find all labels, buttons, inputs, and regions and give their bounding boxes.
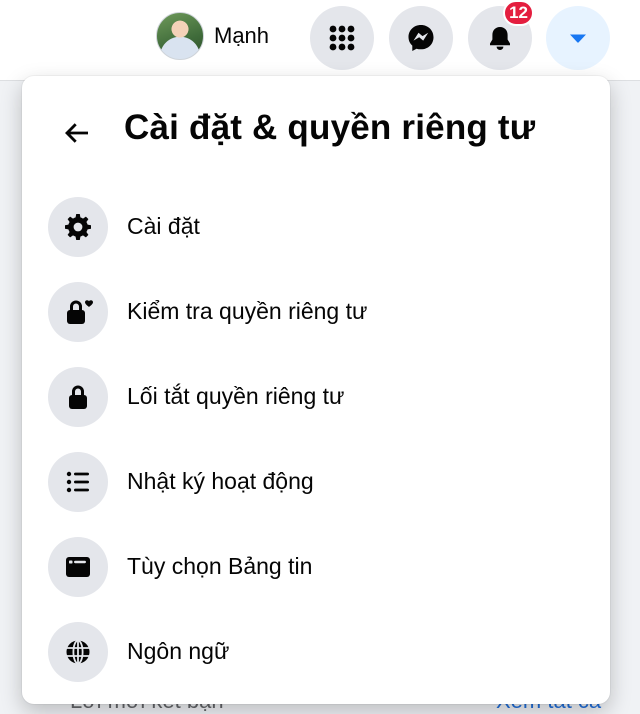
settings-menu: Cài đặt Kiểm tra quyền riêng tư Lối tắt … xyxy=(22,184,610,694)
panel-header: Cài đặt & quyền riêng tư xyxy=(22,98,610,168)
menu-item-label: Kiểm tra quyền riêng tư xyxy=(127,298,368,324)
list-icon xyxy=(48,451,108,512)
menu-grid-button[interactable] xyxy=(310,6,374,70)
panel-title: Cài đặt & quyền riêng tư xyxy=(124,108,536,147)
menu-item-language[interactable]: Ngôn ngữ xyxy=(22,609,610,694)
menu-item-privacy-checkup[interactable]: Kiểm tra quyền riêng tư xyxy=(22,269,610,354)
settings-privacy-panel: Cài đặt & quyền riêng tư Cài đặt Kiểm tr… xyxy=(22,76,610,704)
menu-item-privacy-shortcuts[interactable]: Lối tắt quyền riêng tư xyxy=(22,354,610,439)
grid-dots-icon xyxy=(329,25,355,51)
arrow-left-icon xyxy=(65,123,88,143)
top-navigation-bar: Mạnh 12 xyxy=(0,0,640,81)
back-button[interactable] xyxy=(52,108,102,158)
menu-item-label: Nhật ký hoạt động xyxy=(127,468,314,494)
menu-item-label: Lối tắt quyền riêng tư xyxy=(127,383,345,409)
account-menu-button[interactable] xyxy=(546,6,610,70)
notifications-button[interactable]: 12 xyxy=(468,0,534,70)
lock-heart-icon xyxy=(48,281,108,342)
menu-item-label: Ngôn ngữ xyxy=(127,638,230,664)
globe-icon xyxy=(48,621,108,682)
caret-down-icon xyxy=(570,34,586,43)
menu-item-activity-log[interactable]: Nhật ký hoạt động xyxy=(22,439,610,524)
menu-item-settings[interactable]: Cài đặt xyxy=(22,184,610,269)
menu-item-label: Tùy chọn Bảng tin xyxy=(127,553,313,579)
menu-item-feed-preferences[interactable]: Tùy chọn Bảng tin xyxy=(22,524,610,609)
profile-shortcut[interactable]: Mạnh xyxy=(156,12,277,60)
notification-count-badge: 12 xyxy=(503,0,534,26)
gear-icon xyxy=(48,196,108,257)
avatar xyxy=(156,12,204,60)
messenger-icon xyxy=(408,25,434,51)
news-feed-icon xyxy=(48,536,108,597)
lock-icon xyxy=(48,366,108,427)
profile-name: Mạnh xyxy=(214,23,270,48)
menu-item-label: Cài đặt xyxy=(127,213,200,239)
messenger-button[interactable] xyxy=(389,6,453,70)
bell-icon xyxy=(490,27,510,50)
